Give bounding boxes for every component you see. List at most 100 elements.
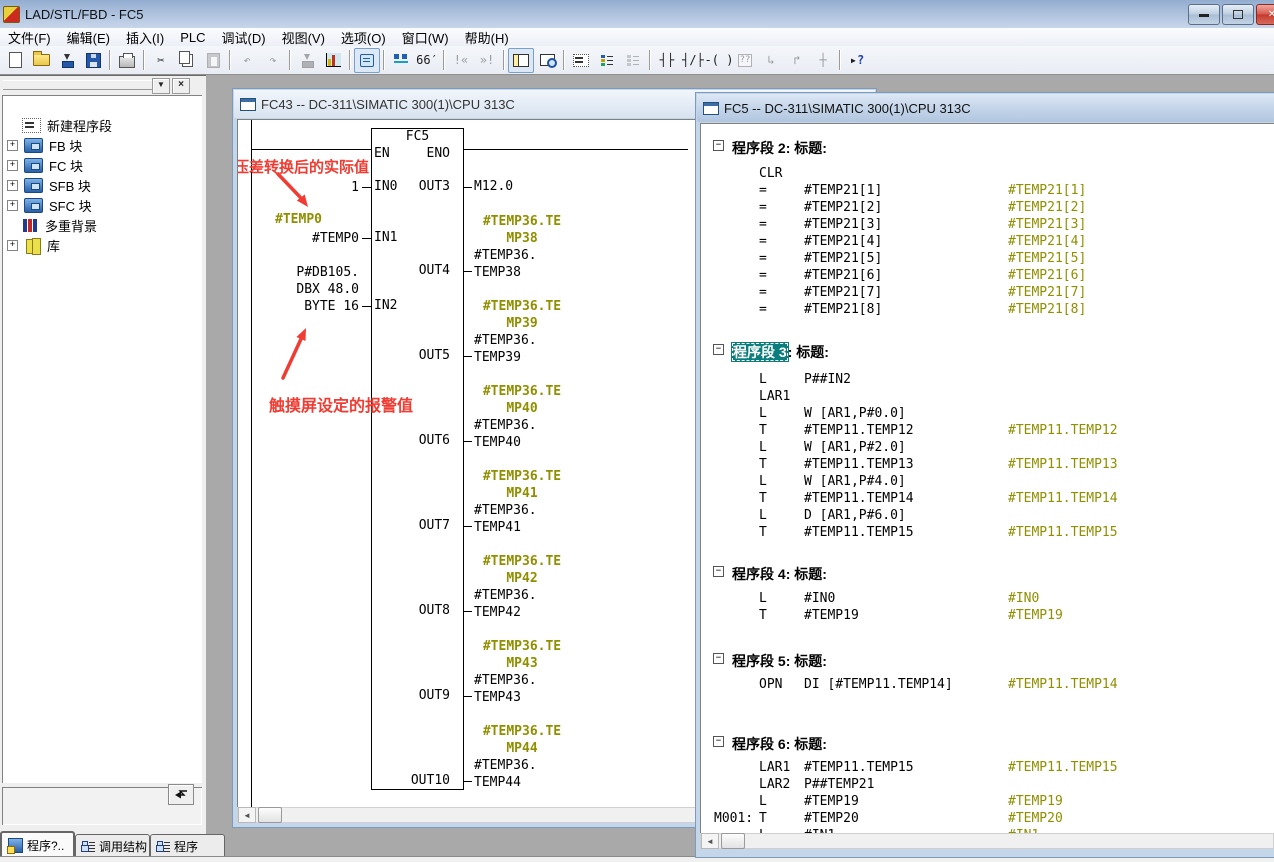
expand-plus-icon[interactable]: + xyxy=(7,180,18,191)
save-button[interactable] xyxy=(80,48,106,73)
output-operand-out10[interactable]: #TEMP36.TEMP44#TEMP36.TEMP44 xyxy=(472,723,572,791)
stl-line[interactable]: OPNDI [#TEMP11.TEMP14]#TEMP11.TEMP14 xyxy=(701,676,1274,693)
stl-line[interactable]: M001:T#TEMP20#TEMP20 xyxy=(701,810,1274,827)
tree-item-5[interactable]: 多重背景 xyxy=(2,215,202,235)
tree-item-3[interactable]: +SFB 块 xyxy=(2,175,202,195)
pane-dropdown-button[interactable]: ▼ xyxy=(152,78,170,94)
stl-line[interactable]: =#TEMP21[8]#TEMP21[8] xyxy=(701,301,1274,318)
window-split-button[interactable] xyxy=(508,48,534,73)
stl-line[interactable]: LAR2P##TEMP21 xyxy=(701,776,1274,793)
input-operand-in0[interactable]: 1 xyxy=(238,179,359,196)
expand-plus-icon[interactable]: + xyxy=(7,160,18,171)
close-button[interactable]: ✕ xyxy=(1256,4,1274,25)
menu-item-2[interactable]: 插入(I) xyxy=(118,27,172,48)
output-operand-out4[interactable]: #TEMP36.TEMP38#TEMP36.TEMP38 xyxy=(472,213,572,281)
collapse-network-icon[interactable]: − xyxy=(713,140,724,151)
chart-button[interactable] xyxy=(320,48,346,73)
stl-line[interactable]: =#TEMP21[3]#TEMP21[3] xyxy=(701,216,1274,233)
stl-line[interactable]: LW [AR1,P#2.0] xyxy=(701,439,1274,456)
scroll-left-arrow[interactable]: ◄ xyxy=(238,807,256,823)
stl-line[interactable]: T#TEMP11.TEMP14#TEMP11.TEMP14 xyxy=(701,490,1274,507)
pane-tab-0[interactable]: 程序?.. xyxy=(0,831,75,858)
input-operand-in1[interactable]: #TEMP0 xyxy=(238,230,359,247)
overview-toggle-button[interactable] xyxy=(354,48,380,73)
new-network-button[interactable] xyxy=(568,48,594,73)
fc5-editor-area[interactable]: −程序段 2: 标题:CLR=#TEMP21[1]#TEMP21[1]=#TEM… xyxy=(700,123,1274,836)
stl-line[interactable]: =#TEMP21[7]#TEMP21[7] xyxy=(701,284,1274,301)
stl-line[interactable]: LAR1 xyxy=(701,388,1274,405)
title-bar: LAD/STL/FBD - FC5 ▬ ✕ xyxy=(0,0,1274,29)
output-operand-out7[interactable]: #TEMP36.TEMP41#TEMP36.TEMP41 xyxy=(472,468,572,536)
scroll-left-arrow[interactable]: ◄ xyxy=(701,833,719,849)
tree-item-6[interactable]: +库 xyxy=(2,235,202,255)
collapse-network-icon[interactable]: − xyxy=(713,344,724,355)
collapse-network-icon[interactable]: − xyxy=(713,736,724,747)
collapse-network-icon[interactable]: − xyxy=(713,566,724,577)
stl-line[interactable]: LP##IN2 xyxy=(701,371,1274,388)
fc5-horizontal-scrollbar[interactable]: ◄ xyxy=(700,833,1274,849)
collapse-network-icon[interactable]: − xyxy=(713,653,724,664)
pane-tab-1[interactable]: 调用结构 xyxy=(75,834,150,858)
stl-line[interactable]: T#TEMP19#TEMP19 xyxy=(701,607,1274,624)
stl-line[interactable]: LD [AR1,P#6.0] xyxy=(701,507,1274,524)
tree-item-4[interactable]: +SFC 块 xyxy=(2,195,202,215)
expand-plus-icon[interactable]: + xyxy=(7,140,18,151)
cut-button[interactable]: ✂ xyxy=(148,48,174,73)
stl-line[interactable]: T#TEMP11.TEMP15#TEMP11.TEMP15 xyxy=(701,524,1274,541)
menu-item-8[interactable]: 帮助(H) xyxy=(457,27,517,48)
output-wire-out6 xyxy=(464,441,472,442)
contact-nc-button[interactable]: ┤/├ xyxy=(680,48,706,73)
print-button[interactable] xyxy=(114,48,140,73)
stl-line[interactable]: =#TEMP21[2]#TEMP21[2] xyxy=(701,199,1274,216)
network-button[interactable] xyxy=(388,48,414,73)
stl-line[interactable]: =#TEMP21[5]#TEMP21[5] xyxy=(701,250,1274,267)
menu-item-4[interactable]: 调试(D) xyxy=(214,27,274,48)
stl-line[interactable]: LAR1#TEMP11.TEMP15#TEMP11.TEMP15 xyxy=(701,759,1274,776)
stl-line[interactable]: =#TEMP21[1]#TEMP21[1] xyxy=(701,182,1274,199)
collapse-pane-button[interactable] xyxy=(168,784,194,805)
stl-line[interactable]: L#IN0#IN0 xyxy=(701,590,1274,607)
tree-item-2[interactable]: +FC 块 xyxy=(2,155,202,175)
help-pointer-button[interactable]: ▸? xyxy=(844,48,870,73)
tree-item-0[interactable]: 新建程序段 xyxy=(2,115,202,135)
stl-line[interactable]: LW [AR1,P#0.0] xyxy=(701,405,1274,422)
menu-item-0[interactable]: 文件(F) xyxy=(0,27,59,48)
program-elements-button[interactable] xyxy=(594,48,620,73)
copy-button[interactable] xyxy=(174,48,200,73)
fc5-title-bar[interactable]: FC5 -- DC-311\SIMATIC 300(1)\CPU 313C xyxy=(697,94,1274,122)
output-operand-out8[interactable]: #TEMP36.TEMP42#TEMP36.TEMP42 xyxy=(472,553,572,621)
menu-item-3[interactable]: PLC xyxy=(172,29,213,46)
output-operand-out6[interactable]: #TEMP36.TEMP40#TEMP36.TEMP40 xyxy=(472,383,572,451)
expand-plus-icon[interactable]: + xyxy=(7,240,18,251)
restore-button[interactable] xyxy=(1222,4,1254,25)
stl-line[interactable]: LW [AR1,P#4.0] xyxy=(701,473,1274,490)
scrollbar-thumb[interactable] xyxy=(721,833,745,849)
tree-item-1[interactable]: +FB 块 xyxy=(2,135,202,155)
pane-tab-2[interactable]: 程序 xyxy=(150,834,225,858)
pane-close-button[interactable]: × xyxy=(172,78,190,94)
scrollbar-thumb[interactable] xyxy=(258,807,282,823)
expand-plus-icon[interactable]: + xyxy=(7,200,18,211)
stl-line[interactable]: =#TEMP21[6]#TEMP21[6] xyxy=(701,267,1274,284)
coil-button[interactable]: -( ) xyxy=(706,48,732,73)
contact-no-button[interactable]: ┤├ xyxy=(654,48,680,73)
stl-line[interactable]: =#TEMP21[4]#TEMP21[4] xyxy=(701,233,1274,250)
menu-item-7[interactable]: 窗口(W) xyxy=(394,27,457,48)
output-operand-out3[interactable]: M12.0 xyxy=(474,179,513,194)
stl-line[interactable]: CLR xyxy=(701,165,1274,182)
menu-item-6[interactable]: 选项(O) xyxy=(333,27,394,48)
minimize-button[interactable]: ▬ xyxy=(1188,4,1220,25)
stl-line[interactable]: T#TEMP11.TEMP13#TEMP11.TEMP13 xyxy=(701,456,1274,473)
open-file-button[interactable] xyxy=(28,48,54,73)
stl-line[interactable]: L#TEMP19#TEMP19 xyxy=(701,793,1274,810)
new-file-button[interactable] xyxy=(2,48,28,73)
download-blocks-button[interactable] xyxy=(54,48,80,73)
menu-item-1[interactable]: 编辑(E) xyxy=(59,27,118,48)
input-operand-in2[interactable]: P#DB105.DBX 48.0BYTE 16 xyxy=(238,264,359,315)
zoom-window-button[interactable] xyxy=(534,48,560,73)
monitor-glasses-button[interactable]: 66′ xyxy=(414,48,440,73)
stl-line[interactable]: T#TEMP11.TEMP12#TEMP11.TEMP12 xyxy=(701,422,1274,439)
output-operand-out5[interactable]: #TEMP36.TEMP39#TEMP36.TEMP39 xyxy=(472,298,572,366)
output-operand-out9[interactable]: #TEMP36.TEMP43#TEMP36.TEMP43 xyxy=(472,638,572,706)
menu-item-5[interactable]: 视图(V) xyxy=(274,27,333,48)
